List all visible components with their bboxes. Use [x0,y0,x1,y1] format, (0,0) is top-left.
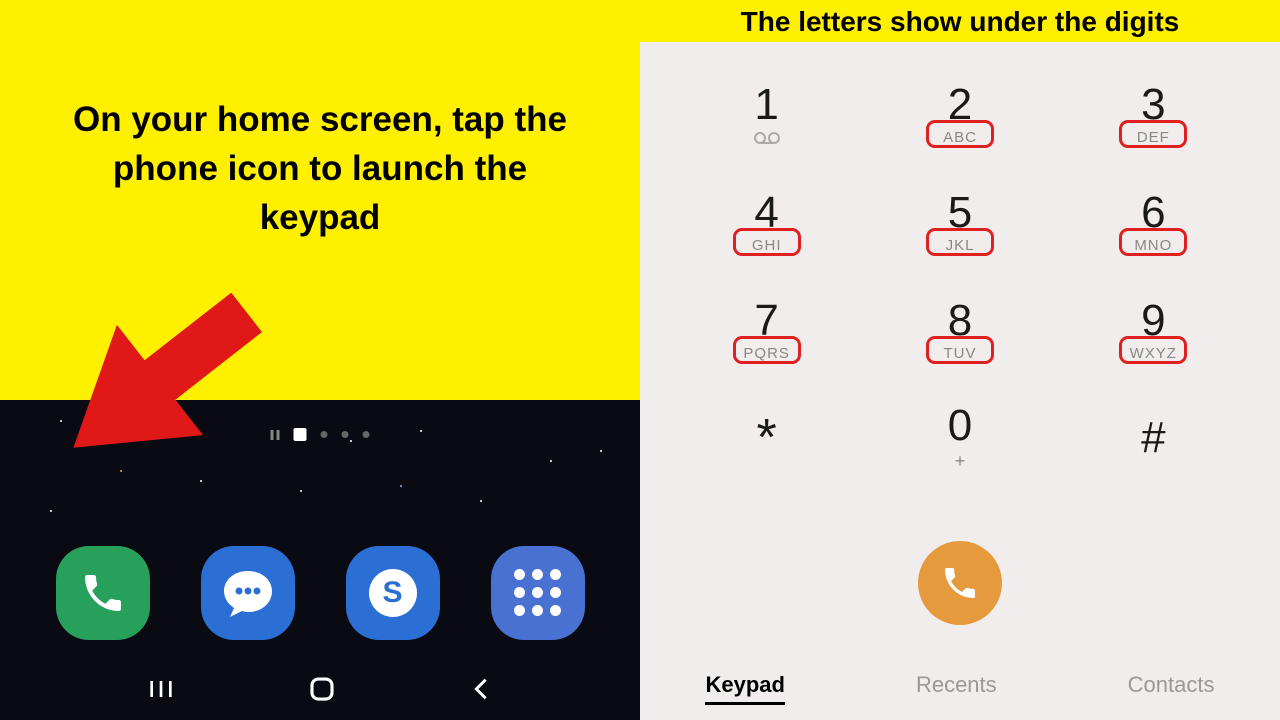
key-6[interactable]: 6 MNO [1057,168,1250,276]
page-dot [321,431,328,438]
digit: 1 [754,83,778,127]
key-3[interactable]: 3 DEF [1057,60,1250,168]
skype-logo: S [369,569,417,617]
nav-bar [0,673,640,705]
highlight-box [1119,336,1187,364]
key-9[interactable]: 9 WXYZ [1057,276,1250,384]
key-5[interactable]: 5 JKL [863,168,1056,276]
tab-contacts[interactable]: Contacts [1128,672,1215,705]
tab-recents[interactable]: Recents [916,672,997,705]
phone-icon [940,563,980,603]
skype-app-icon[interactable]: S [346,546,440,640]
dock: S [0,546,640,640]
page-indicator [271,428,370,441]
home-nav-button[interactable] [307,673,337,705]
highlight-box [926,228,994,256]
key-1[interactable]: 1 [670,60,863,168]
dialer-tabs: Keypad Recents Contacts [640,672,1280,705]
explanation-text: The letters show under the digits [640,6,1280,41]
digit: 0 [948,404,972,448]
highlight-box [1119,228,1187,256]
phone-app-icon[interactable] [56,546,150,640]
plus-sign: + [955,451,966,472]
messages-app-icon[interactable] [201,546,295,640]
key-8[interactable]: 8 TUV [863,276,1056,384]
recents-nav-button[interactable] [145,673,177,705]
page-dot [342,431,349,438]
key-star[interactable]: * [670,384,863,492]
highlight-box [733,336,801,364]
tab-keypad[interactable]: Keypad [705,672,784,705]
key-7[interactable]: 7 PQRS [670,276,863,384]
call-button[interactable] [918,541,1002,625]
back-nav-button[interactable] [467,673,495,705]
digit: * [757,412,777,464]
left-panel: On your home screen, tap the phone icon … [0,0,640,720]
keypad-grid: 1 2 ABC 3 DEF 4 GHI [640,42,1280,492]
highlight-box [733,228,801,256]
voicemail-icon [753,131,781,145]
instruction-text: On your home screen, tap the phone icon … [50,95,590,242]
key-hash[interactable]: # [1057,384,1250,492]
key-0[interactable]: 0 + [863,384,1056,492]
page-home-icon [294,428,307,441]
digit: # [1141,416,1165,460]
right-panel: The letters show under the digits 1 2 AB… [640,0,1280,720]
apps-drawer-icon[interactable] [491,546,585,640]
key-4[interactable]: 4 GHI [670,168,863,276]
highlight-box [1119,120,1187,148]
key-2[interactable]: 2 ABC [863,60,1056,168]
dialer-screen: 1 2 ABC 3 DEF 4 GHI [640,42,1280,720]
page-apps-icon [271,430,280,440]
page-dot [363,431,370,438]
highlight-box [926,336,994,364]
highlight-box [926,120,994,148]
